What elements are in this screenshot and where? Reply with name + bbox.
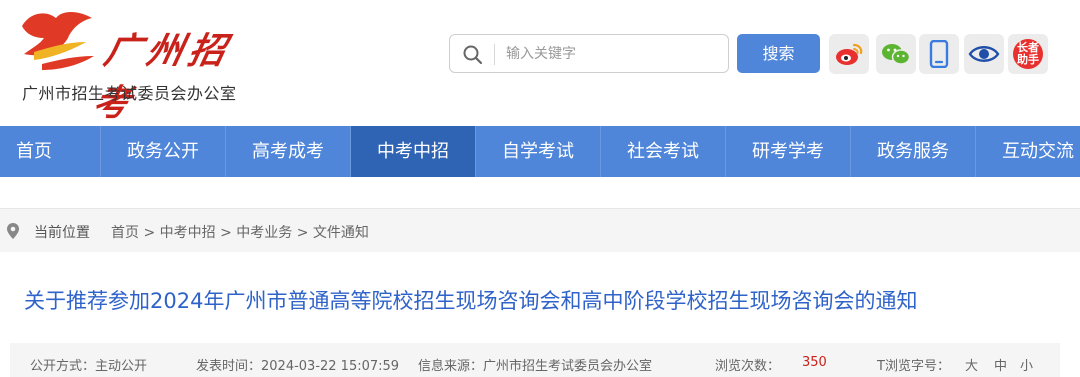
meta-font-size-label: T浏览字号： bbox=[877, 359, 950, 374]
nav-item-home[interactable]: 首页 bbox=[0, 126, 101, 177]
breadcrumb: 当前位置 首页 > 中考中招 > 中考业务 > 文件通知 bbox=[0, 208, 1080, 252]
mobile-icon bbox=[929, 40, 949, 68]
elderly-assistant-badge: 长者助手 bbox=[1013, 39, 1043, 69]
meta-publish-time: 发表时间：2024-03-22 15:07:59 bbox=[196, 359, 400, 374]
nav-item-self-study-exam[interactable]: 自学考试 bbox=[476, 126, 601, 177]
logo-script-text: 广州招考 bbox=[89, 30, 236, 124]
elderly-assistant-button[interactable]: 长者助手 bbox=[1008, 34, 1048, 74]
site-header: 广州招考 广州市招生考试委员会办公室 搜索 bbox=[0, 0, 1080, 125]
search-button[interactable]: 搜索 bbox=[737, 34, 820, 73]
accessibility-view-button[interactable] bbox=[964, 34, 1004, 74]
meta-public-mode: 公开方式：主动公开 bbox=[30, 359, 148, 374]
search-divider bbox=[494, 44, 495, 65]
font-size-small[interactable]: 小 bbox=[1020, 355, 1033, 374]
wechat-button[interactable] bbox=[876, 34, 916, 74]
mobile-button[interactable] bbox=[919, 34, 959, 74]
search-input[interactable] bbox=[506, 41, 716, 67]
breadcrumb-label: 当前位置 bbox=[34, 225, 90, 241]
meta-views-count: 350 bbox=[802, 355, 827, 370]
nav-item-gov-services[interactable]: 政务服务 bbox=[851, 126, 976, 177]
nav-item-postgrad-exam[interactable]: 研考学考 bbox=[726, 126, 851, 177]
location-pin-icon bbox=[7, 223, 19, 239]
article-title: 关于推荐参加2024年广州市普通高等院校招生现场咨询会和高中阶段学校招生现场咨询… bbox=[24, 289, 918, 313]
article-meta: 公开方式：主动公开 发表时间：2024-03-22 15:07:59 信息来源：… bbox=[10, 343, 1060, 377]
meta-views-label: 浏览次数： bbox=[715, 359, 781, 374]
search-icon bbox=[463, 45, 483, 65]
logo-subtitle: 广州市招生考试委员会办公室 bbox=[22, 84, 237, 103]
font-size-large[interactable]: 大 bbox=[965, 355, 978, 374]
nav-item-gaokao[interactable]: 高考成考 bbox=[226, 126, 351, 177]
site-logo[interactable]: 广州招考 广州市招生考试委员会办公室 bbox=[12, 8, 252, 124]
breadcrumb-path[interactable]: 首页 > 中考中招 > 中考业务 > 文件通知 bbox=[111, 222, 369, 242]
nav-item-gov-affairs[interactable]: 政务公开 bbox=[101, 126, 226, 177]
eye-icon bbox=[968, 46, 1000, 62]
search-box bbox=[449, 34, 729, 73]
meta-source: 信息来源：广州市招生考试委员会办公室 bbox=[418, 359, 653, 374]
nav-item-social-exam[interactable]: 社会考试 bbox=[601, 126, 726, 177]
font-size-medium[interactable]: 中 bbox=[994, 355, 1007, 374]
nav-item-zhongkao[interactable]: 中考中招 bbox=[351, 126, 476, 177]
wechat-icon bbox=[882, 44, 911, 65]
weibo-icon bbox=[836, 43, 863, 65]
nav-item-interaction[interactable]: 互动交流 bbox=[976, 126, 1080, 177]
main-nav: 首页 政务公开 高考成考 中考中招 自学考试 社会考试 研考学考 政务服务 互动… bbox=[0, 126, 1080, 177]
weibo-button[interactable] bbox=[829, 34, 869, 74]
logo-mark bbox=[22, 12, 94, 70]
